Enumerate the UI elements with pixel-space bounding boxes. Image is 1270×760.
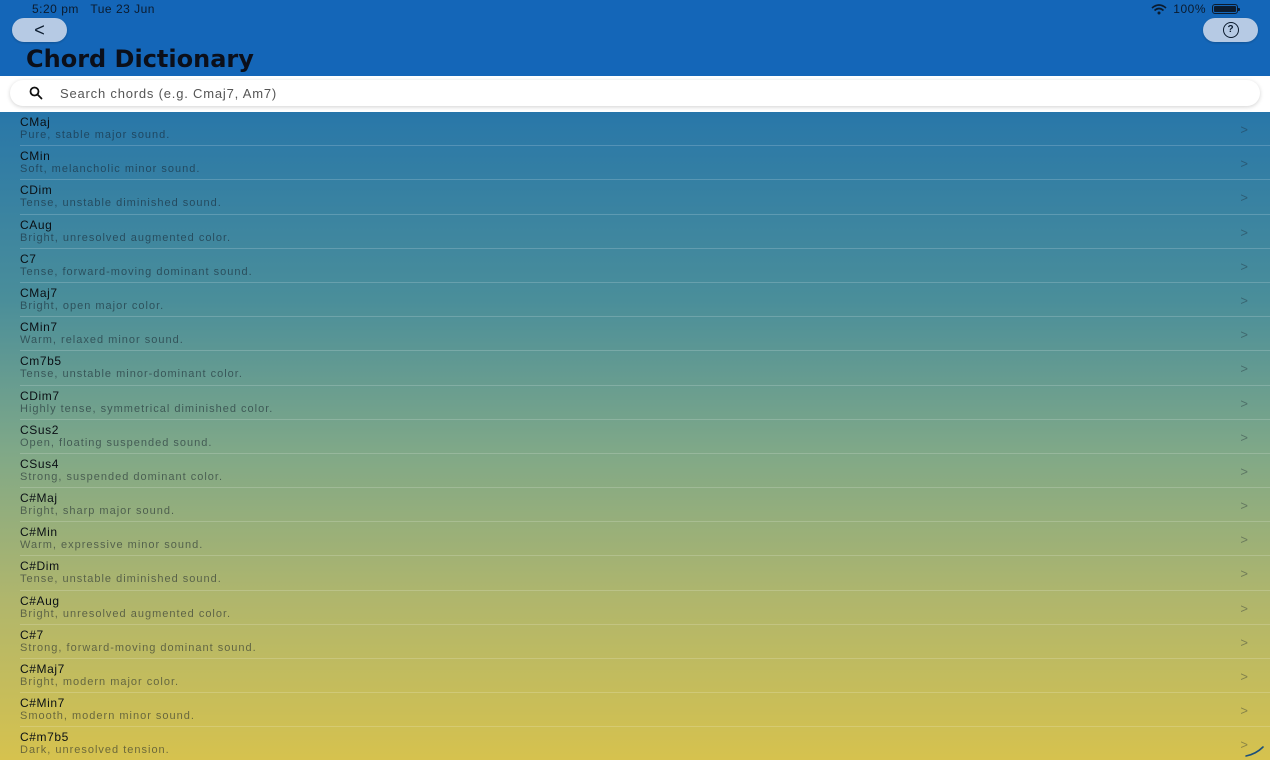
chevron-right-icon: > <box>1240 122 1248 137</box>
chord-name: CMin7 <box>20 320 58 335</box>
search-input[interactable] <box>58 81 1260 105</box>
chord-description: Dark, unresolved tension. <box>20 744 170 757</box>
battery-icon <box>1212 4 1240 14</box>
chevron-right-icon: > <box>1240 634 1248 650</box>
chord-description: Tense, unstable diminished sound. <box>20 197 222 210</box>
chevron-right-icon: > <box>1240 498 1248 514</box>
chevron-right-icon: > <box>1240 566 1248 582</box>
chevron-right-icon: > <box>1240 224 1248 240</box>
status-clock: 5:20 pm <box>32 2 79 16</box>
chord-description: Strong, forward-moving dominant sound. <box>20 641 257 654</box>
chevron-right-icon: > <box>1240 600 1248 616</box>
chord-row[interactable]: CMin Soft, melancholic minor sound. > <box>20 146 1270 181</box>
status-date: Tue 23 Jun <box>90 2 155 16</box>
chord-row[interactable]: CDim Tense, unstable diminished sound. > <box>20 180 1270 215</box>
chord-name: CSus2 <box>20 422 60 437</box>
search-icon <box>24 86 48 100</box>
chord-description: Warm, relaxed minor sound. <box>20 334 184 347</box>
chord-name: C#Maj7 <box>20 662 65 676</box>
chord-name: C#Aug <box>20 593 60 608</box>
page-title: Chord Dictionary <box>26 45 254 73</box>
chord-description: Warm, expressive minor sound. <box>20 539 204 552</box>
chord-description: Tense, unstable minor-dominant color. <box>20 368 243 381</box>
chord-row[interactable]: CAug Bright, unresolved augmented color. > <box>20 215 1270 249</box>
wifi-icon <box>1151 3 1167 14</box>
chord-name: CMin <box>20 149 51 164</box>
chord-name: C#m7b5 <box>20 730 69 745</box>
chord-name: C#Dim <box>20 559 60 574</box>
help-button[interactable]: ? <box>1203 18 1258 42</box>
chord-row[interactable]: CSus4 Strong, suspended dominant color. > <box>20 454 1270 489</box>
chord-description: Tense, unstable diminished sound. <box>20 573 222 586</box>
chord-row[interactable]: CMin7 Warm, relaxed minor sound. > <box>20 317 1270 352</box>
chord-name: C7 <box>20 251 37 266</box>
chevron-right-icon: > <box>1240 395 1248 411</box>
chord-description: Highly tense, symmetrical diminished col… <box>20 402 274 415</box>
chord-row[interactable]: C#Min Warm, expressive minor sound. > <box>20 522 1270 557</box>
chevron-right-icon: > <box>1240 156 1248 172</box>
chord-name: CDim7 <box>20 388 60 403</box>
chevron-right-icon: > <box>1240 190 1248 206</box>
chord-description: Tense, forward-moving dominant sound. <box>20 265 253 278</box>
back-button[interactable]: < <box>12 18 67 42</box>
chord-row[interactable]: C#Aug Bright, unresolved augmented color.… <box>20 591 1270 625</box>
chevron-right-icon: > <box>1240 532 1248 548</box>
chord-row[interactable]: CMaj7 Bright, open major color. > <box>20 283 1270 318</box>
scroll-indicator[interactable] <box>1244 744 1266 758</box>
help-icon: ? <box>1222 22 1239 38</box>
chord-row[interactable]: CDim7 Highly tense, symmetrical diminishe… <box>20 386 1270 420</box>
chevron-right-icon: > <box>1240 703 1248 719</box>
chord-list: CMaj Pure, stable major sound. > CMin Soft, … <box>0 112 1270 760</box>
chord-description: Bright, sharp major sound. <box>20 505 176 518</box>
chord-name: CDim <box>20 183 53 198</box>
chord-name: CAug <box>20 217 53 232</box>
chord-description: Bright, modern major color. <box>20 676 180 688</box>
status-indicators: 100% <box>1151 2 1240 16</box>
chord-name: C#7 <box>20 627 44 642</box>
chord-name: CMaj7 <box>20 285 58 300</box>
chord-name: C#Maj <box>20 491 58 506</box>
chevron-right-icon: > <box>1240 429 1248 445</box>
chord-name: C#Min <box>20 525 58 540</box>
chord-row[interactable]: C#7 Strong, forward-moving dominant sound… <box>20 625 1270 659</box>
search-box[interactable] <box>10 80 1260 106</box>
battery-percent: 100% <box>1173 2 1206 16</box>
chord-name: Cm7b5 <box>20 354 62 369</box>
chord-description: Pure, stable major sound. <box>20 129 171 141</box>
chevron-right-icon: > <box>1240 292 1248 308</box>
chord-name: CMaj <box>20 115 51 129</box>
chevron-right-icon: > <box>1240 361 1248 377</box>
chord-row[interactable]: Cm7b5 Tense, unstable minor-dominant colo… <box>20 351 1270 386</box>
chord-description: Soft, melancholic minor sound. <box>20 163 201 176</box>
chevron-right-icon: > <box>1240 258 1248 274</box>
status-bar: 5:20 pm Tue 23 Jun 100% <box>0 0 1270 16</box>
chord-row[interactable]: C#Maj Bright, sharp major sound. > <box>20 488 1270 523</box>
chord-description: Open, floating suspended sound. <box>20 436 213 449</box>
chord-description: Bright, unresolved augmented color. <box>20 607 232 620</box>
chord-description: Bright, unresolved augmented color. <box>20 231 232 244</box>
chord-description: Bright, open major color. <box>20 299 165 312</box>
chord-row[interactable]: CSus2 Open, floating suspended sound. > <box>20 420 1270 454</box>
chord-description: Strong, suspended dominant color. <box>20 470 224 483</box>
chord-row[interactable]: C#m7b5 Dark, unresolved tension. > <box>20 727 1270 760</box>
chord-row[interactable]: CMaj Pure, stable major sound. > <box>20 112 1270 147</box>
status-time: 5:20 pm Tue 23 Jun <box>32 2 155 16</box>
chord-name: CSus4 <box>20 456 60 471</box>
chord-description: Smooth, modern minor sound. <box>20 710 195 723</box>
chevron-right-icon: > <box>1240 327 1248 343</box>
chevron-right-icon: > <box>1240 463 1248 479</box>
search-bar <box>0 76 1270 112</box>
chevron-right-icon: > <box>1240 669 1248 684</box>
chord-row[interactable]: C#Min7 Smooth, modern minor sound. > <box>20 693 1270 728</box>
chord-row[interactable]: C7 Tense, forward-moving dominant sound. > <box>20 249 1270 283</box>
chord-name: C#Min7 <box>20 696 65 711</box>
chord-row[interactable]: C#Maj7 Bright, modern major color. > <box>20 659 1270 694</box>
chord-row[interactable]: C#Dim Tense, unstable diminished sound. > <box>20 556 1270 591</box>
